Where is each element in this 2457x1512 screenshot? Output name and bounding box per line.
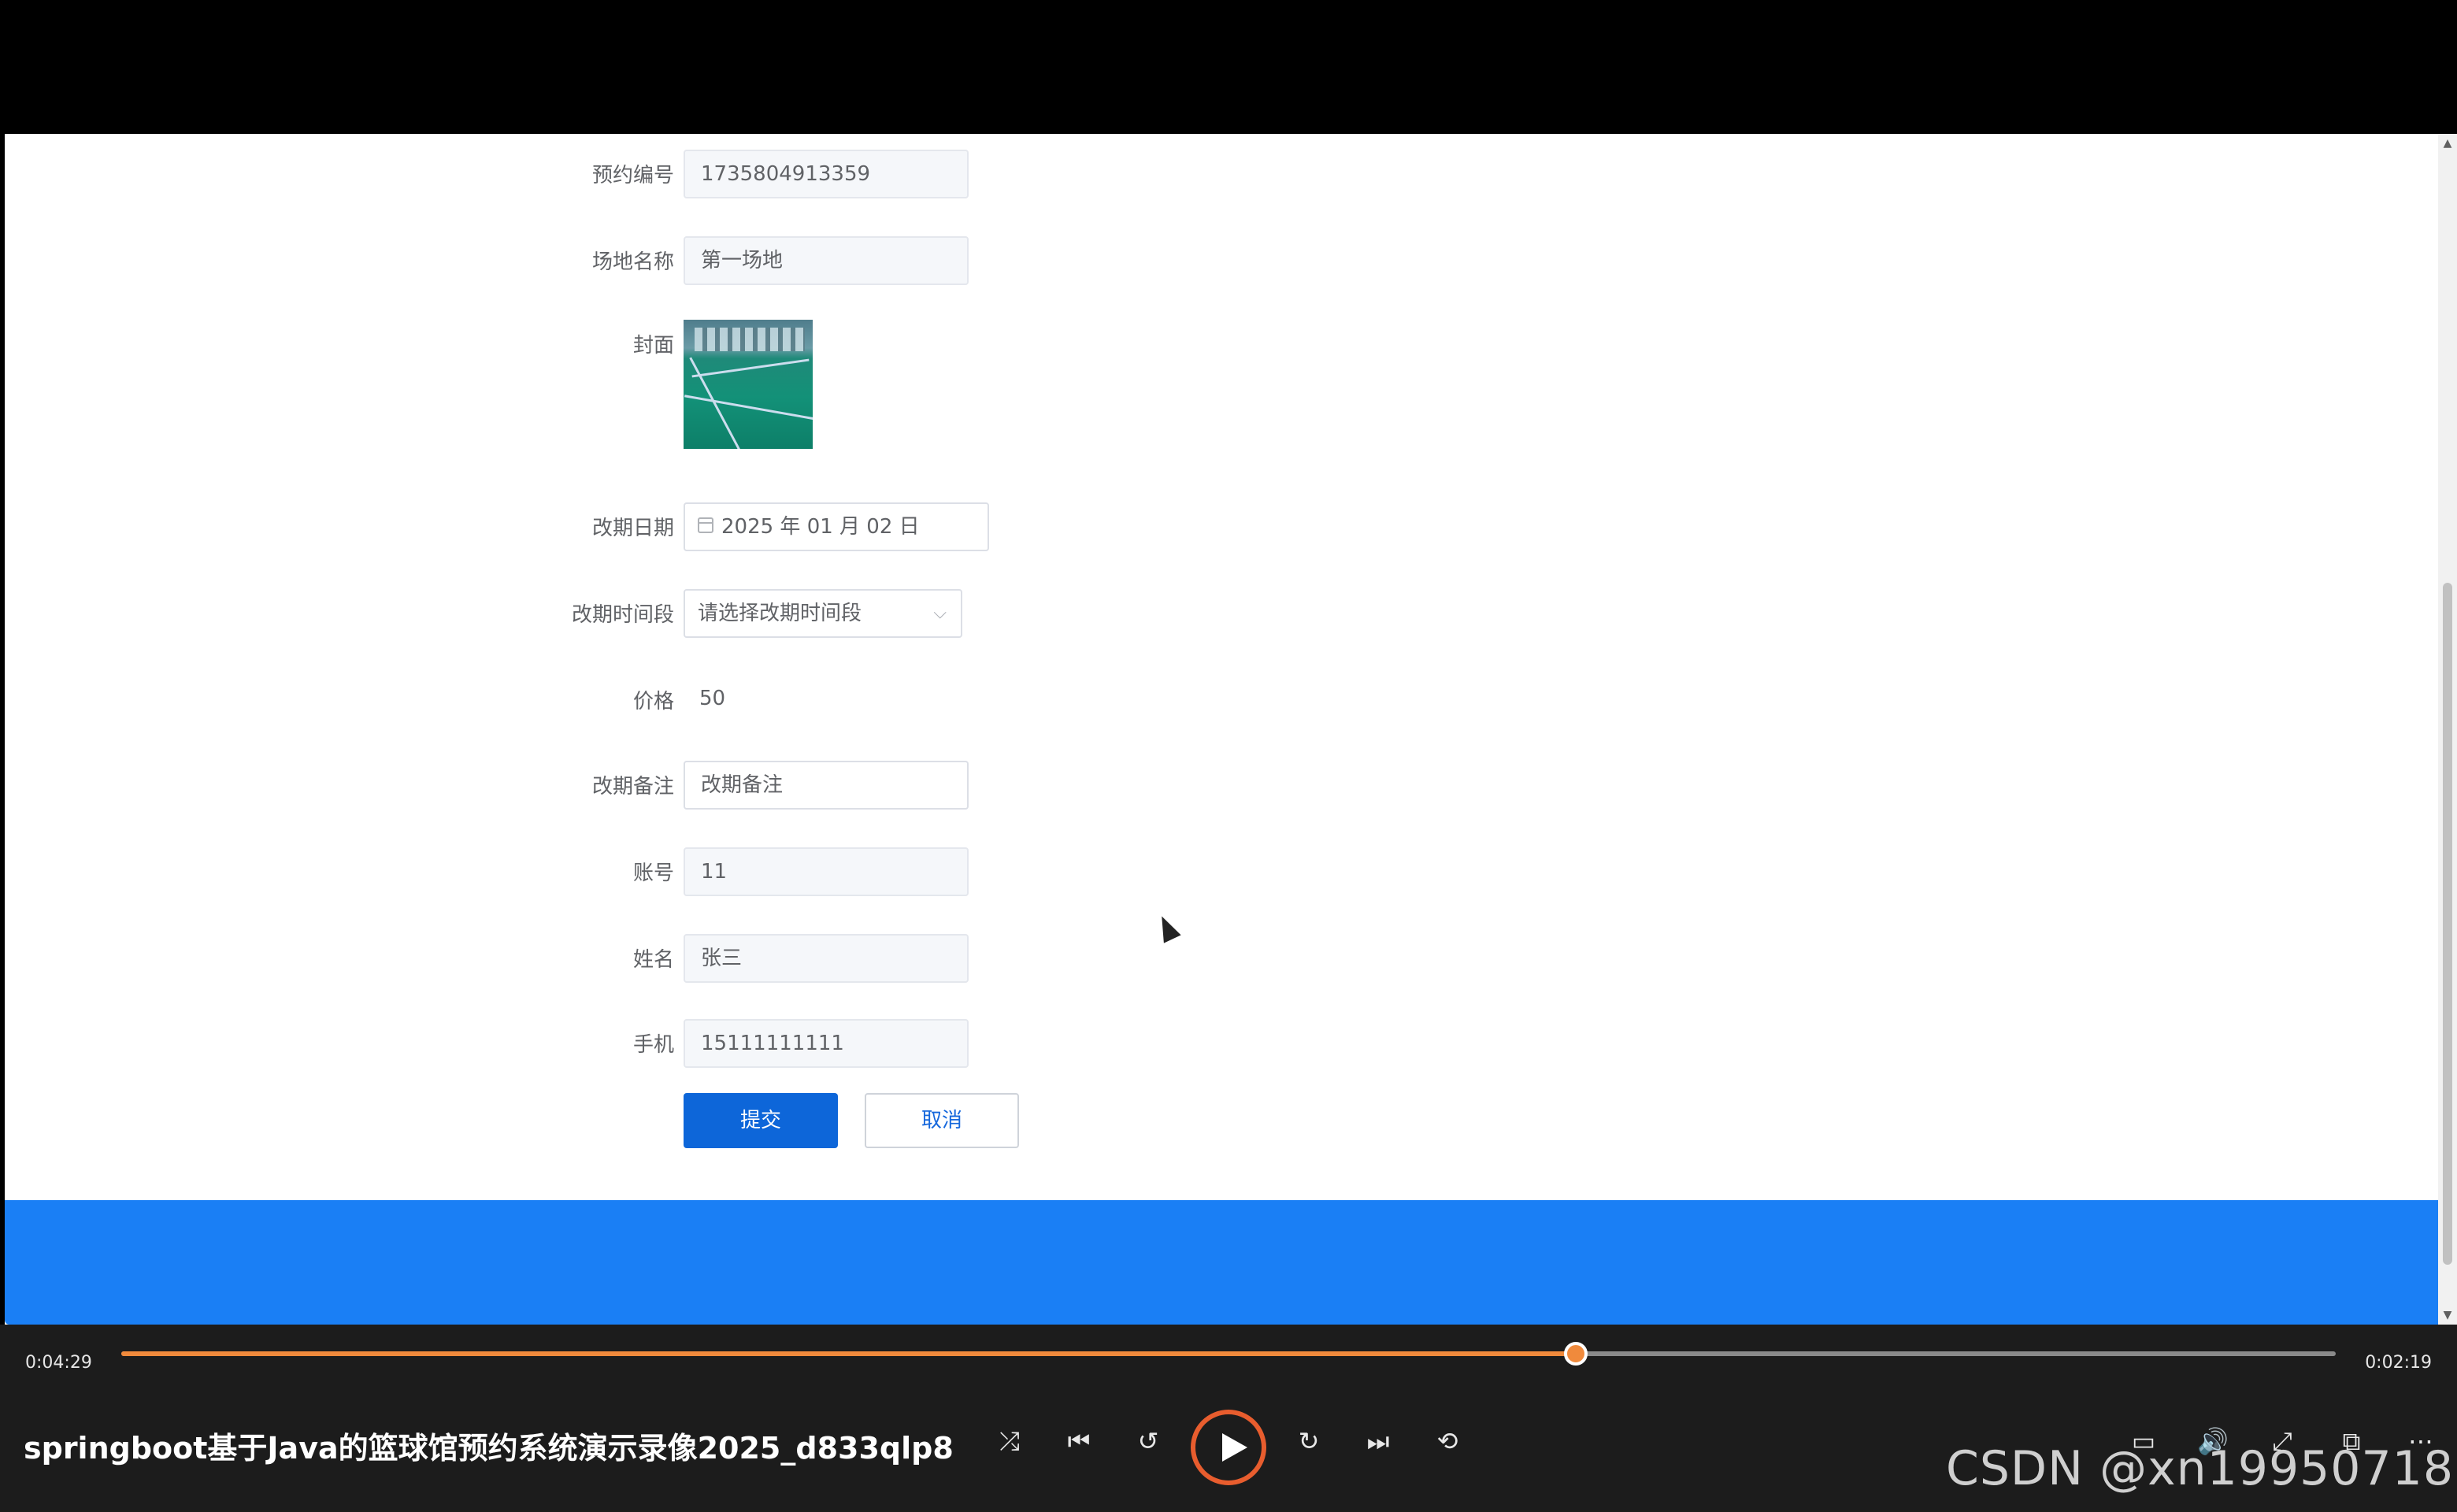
reschedule-date-label: 改期日期 <box>591 517 674 540</box>
rewind-10-icon[interactable]: ↺ <box>1131 1424 1166 1458</box>
reschedule-note-input[interactable]: 改期备注 <box>684 761 969 810</box>
venue-name-label: 场地名称 <box>591 250 674 274</box>
browser-viewport: 预约编号 1735804913359 场地名称 第一场地 封面 改期日期 202… <box>5 134 2438 1325</box>
booking-no-label: 预约编号 <box>591 164 674 187</box>
next-icon[interactable]: ⏭ <box>1361 1424 1395 1458</box>
price-label: 价格 <box>632 690 674 713</box>
account-field: 11 <box>684 847 969 896</box>
top-letterbox <box>0 0 2457 134</box>
cover-image[interactable] <box>684 320 813 449</box>
cover-label: 封面 <box>632 334 674 358</box>
calendar-icon <box>698 517 713 533</box>
reschedule-note-label: 改期备注 <box>591 775 674 799</box>
scroll-down-icon[interactable]: ▼ <box>2438 1306 2457 1325</box>
price-value: 50 <box>699 687 726 710</box>
page-footer <box>5 1200 2438 1325</box>
seek-bar[interactable] <box>121 1342 2336 1366</box>
reschedule-slot-placeholder: 请选择改期时间段 <box>698 602 862 625</box>
play-button[interactable] <box>1191 1410 1266 1485</box>
venue-name-field: 第一场地 <box>684 236 969 285</box>
submit-button[interactable]: 提交 <box>684 1093 838 1148</box>
shuffle-icon[interactable]: ⤮ <box>992 1424 1027 1458</box>
chevron-down-icon: ⌵ <box>933 603 947 623</box>
reschedule-date-value: 2025 年 01 月 02 日 <box>721 515 920 539</box>
booking-no-field: 1735804913359 <box>684 150 969 198</box>
previous-icon[interactable]: ⏮ <box>1062 1424 1096 1458</box>
phone-label: 手机 <box>632 1033 674 1057</box>
page-scrollbar[interactable]: ▲ ▼ <box>2438 134 2457 1325</box>
phone-field: 15111111111 <box>684 1019 969 1068</box>
media-player: 0:04:29 0:02:19 springboot基于Java的篮球馆预约系统… <box>0 1325 2457 1512</box>
seek-progress <box>121 1351 1577 1356</box>
forward-30-icon[interactable]: ↻ <box>1292 1424 1326 1458</box>
reschedule-date-picker[interactable]: 2025 年 01 月 02 日 <box>684 502 989 551</box>
cancel-button[interactable]: 取消 <box>865 1093 1019 1148</box>
name-label: 姓名 <box>632 948 674 972</box>
scroll-up-icon[interactable]: ▲ <box>2438 134 2457 153</box>
elapsed-time: 0:04:29 <box>25 1353 92 1373</box>
video-title: springboot基于Java的篮球馆预约系统演示录像2025_d833qlp… <box>24 1431 954 1466</box>
reschedule-slot-select[interactable]: 请选择改期时间段 ⌵ <box>684 589 962 638</box>
account-label: 账号 <box>632 862 674 885</box>
name-field: 张三 <box>684 934 969 983</box>
scroll-thumb[interactable] <box>2443 583 2452 1265</box>
remaining-time: 0:02:19 <box>2365 1353 2432 1373</box>
seek-handle[interactable] <box>1564 1342 1588 1366</box>
reschedule-slot-label: 改期时间段 <box>571 603 674 627</box>
repeat-icon[interactable]: ⟲ <box>1430 1424 1465 1458</box>
watermark: CSDN @xn19950718 <box>1945 1441 2454 1496</box>
